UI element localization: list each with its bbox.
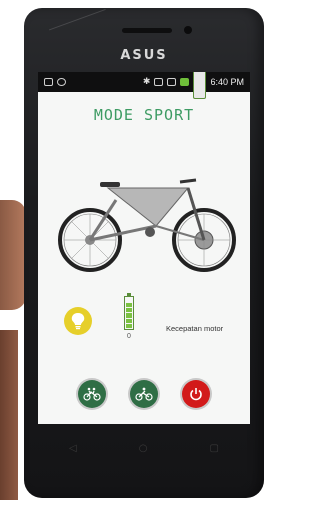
battery-indicator: 0	[120, 293, 138, 340]
status-panel: 0 Kecepatan motor	[38, 293, 250, 356]
whatsapp-icon	[57, 78, 66, 86]
tandem-bike-button[interactable]	[78, 380, 106, 408]
cyclist-icon	[135, 387, 153, 401]
battery-cell	[126, 308, 132, 313]
battery-level-icon	[124, 293, 134, 330]
battery-cell	[126, 318, 132, 323]
battery-frame	[106, 187, 190, 227]
light-toggle-button[interactable]	[64, 307, 92, 335]
electric-bike-image	[38, 168, 250, 283]
power-button[interactable]	[182, 380, 210, 408]
home-icon[interactable]: ○	[139, 443, 148, 454]
holding-hand	[0, 200, 26, 310]
holding-hand-lower	[0, 330, 18, 500]
screenshot-icon	[167, 78, 177, 86]
navigation-bar: ◁ ○ ▢	[38, 436, 250, 460]
status-bar: ✱ 6:40 PM	[38, 72, 250, 99]
battery-icon	[193, 72, 207, 99]
status-time: 6:40 PM	[210, 77, 244, 87]
phone-device: ASUS ✱ 6:40 PM MODE SPORT 0 Kecepatan mo…	[24, 8, 264, 498]
power-icon	[190, 388, 202, 401]
message-icon	[44, 78, 53, 86]
action-buttons	[38, 380, 250, 412]
app-screen: ✱ 6:40 PM MODE SPORT 0 Kecepatan motor	[38, 72, 250, 424]
battery-value: 0	[127, 333, 131, 340]
earpiece-speaker	[122, 28, 172, 33]
battery-cell	[126, 313, 132, 318]
battery-cell	[126, 298, 132, 302]
speed-label: Kecepatan motor	[166, 324, 224, 333]
recent-apps-icon[interactable]: ▢	[210, 443, 219, 454]
battery-cell	[126, 323, 132, 328]
back-icon[interactable]: ◁	[69, 443, 77, 454]
cyclist-button[interactable]	[130, 380, 158, 408]
brand-logo: ASUS	[120, 48, 168, 63]
battery-cell	[126, 303, 132, 308]
mode-title: MODE SPORT	[93, 106, 195, 124]
signal-icon	[180, 78, 190, 86]
bluetooth-icon: ✱	[142, 77, 151, 87]
light-bulb-icon	[71, 313, 85, 330]
tandem-bike-icon	[83, 387, 101, 401]
front-camera	[184, 26, 192, 34]
nfc-icon	[154, 78, 164, 86]
